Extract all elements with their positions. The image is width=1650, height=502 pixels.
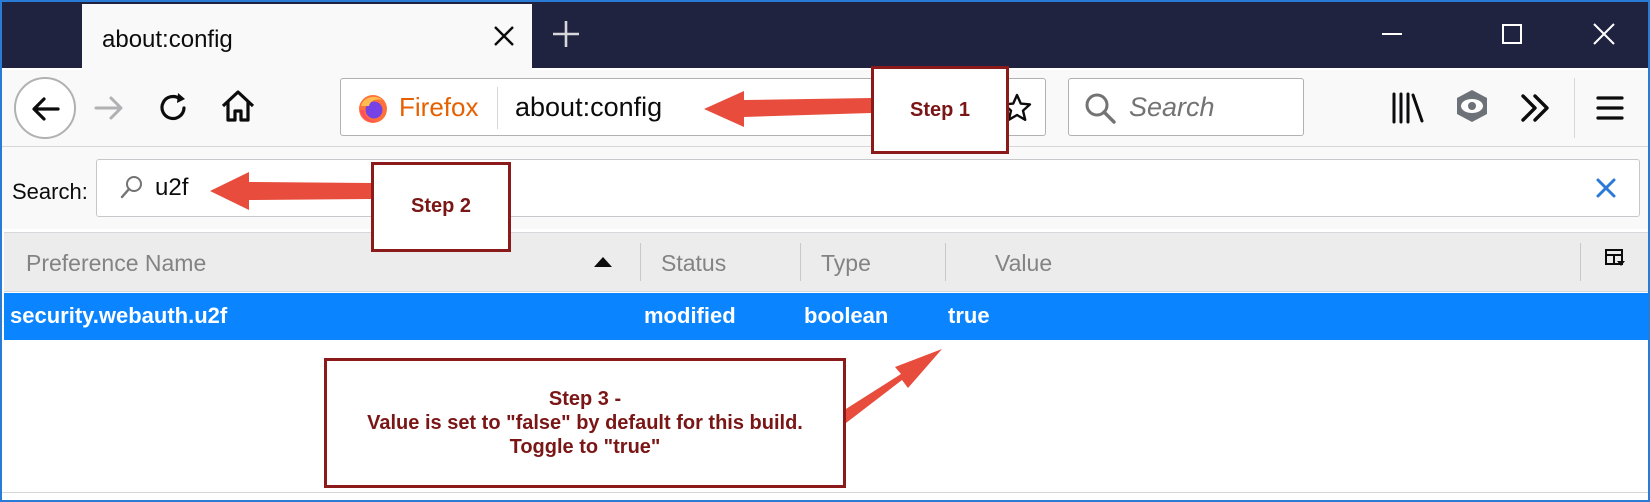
tab-about-config[interactable]: about:config (82, 4, 532, 70)
config-search-value: u2f (155, 174, 189, 201)
step2-text: Step 2 (410, 195, 472, 217)
config-search-input[interactable]: u2f (96, 159, 1640, 217)
home-icon[interactable] (218, 86, 258, 126)
browser-window: about:config Firefox about:config Search… (0, 0, 1650, 502)
hamburger-menu-icon[interactable] (1590, 88, 1630, 128)
table-header: Preference Name Status Type Value (4, 232, 1648, 292)
sort-ascending-icon (594, 257, 612, 267)
url-text[interactable]: about:config (515, 92, 662, 123)
step3-text-line3: Toggle to "true" (509, 436, 661, 458)
column-separator[interactable] (945, 243, 946, 281)
title-bar: about:config (2, 2, 1648, 70)
step3-text-line1: Step 3 - (548, 388, 622, 410)
step1-text: Step 1 (909, 99, 971, 121)
search-icon (1085, 93, 1116, 124)
step2-callout: Step 2 (371, 162, 511, 252)
header-value[interactable]: Value (995, 250, 1052, 277)
forward-icon[interactable] (90, 88, 130, 128)
column-separator[interactable] (800, 243, 801, 281)
header-status[interactable]: Status (661, 250, 726, 277)
back-button[interactable] (14, 77, 76, 139)
identity-label: Firefox (399, 92, 479, 122)
minimize-icon[interactable] (1374, 16, 1410, 52)
cell-status: modified (644, 303, 736, 328)
clear-search-icon[interactable] (1595, 177, 1617, 199)
url-separator (497, 87, 498, 129)
overflow-chevron-icon[interactable] (1516, 88, 1556, 128)
column-picker-icon[interactable] (1604, 247, 1626, 269)
library-icon[interactable] (1388, 88, 1428, 128)
column-separator (1580, 243, 1581, 281)
column-separator[interactable] (640, 243, 641, 281)
reload-icon[interactable] (154, 88, 194, 128)
tab-close-icon[interactable] (490, 22, 518, 50)
header-preference-name[interactable]: Preference Name (26, 250, 206, 277)
nav-bar: Firefox about:config Search (2, 70, 1648, 147)
tab-title: about:config (102, 26, 233, 53)
config-search-label: Search: (12, 179, 88, 204)
search-icon (120, 176, 142, 199)
web-search-bar[interactable]: Search (1068, 78, 1304, 136)
close-icon[interactable] (1586, 16, 1622, 52)
tracking-protection-icon[interactable] (1452, 86, 1492, 126)
header-type[interactable]: Type (821, 250, 871, 277)
cell-preference-name: security.webauth.u2f (10, 303, 228, 328)
table-row[interactable]: security.webauth.u2f modified boolean tr… (4, 293, 1648, 340)
step3-callout: Step 3 - Value is set to "false" by defa… (324, 358, 846, 488)
cell-type: boolean (804, 303, 889, 328)
plus-icon[interactable] (550, 18, 582, 50)
step1-callout: Step 1 (871, 66, 1009, 154)
firefox-logo (359, 95, 387, 123)
nav-separator (1574, 78, 1575, 138)
table-bottom-border (2, 492, 1648, 493)
config-search-row: Search: u2f (2, 147, 1648, 229)
step3-arrow (838, 349, 942, 423)
step3-text-line2: Value is set to "false" by default for t… (367, 412, 803, 434)
cell-value: true (948, 303, 990, 328)
search-placeholder: Search (1129, 92, 1215, 122)
back-icon (32, 97, 60, 121)
maximize-icon[interactable] (1494, 16, 1530, 52)
